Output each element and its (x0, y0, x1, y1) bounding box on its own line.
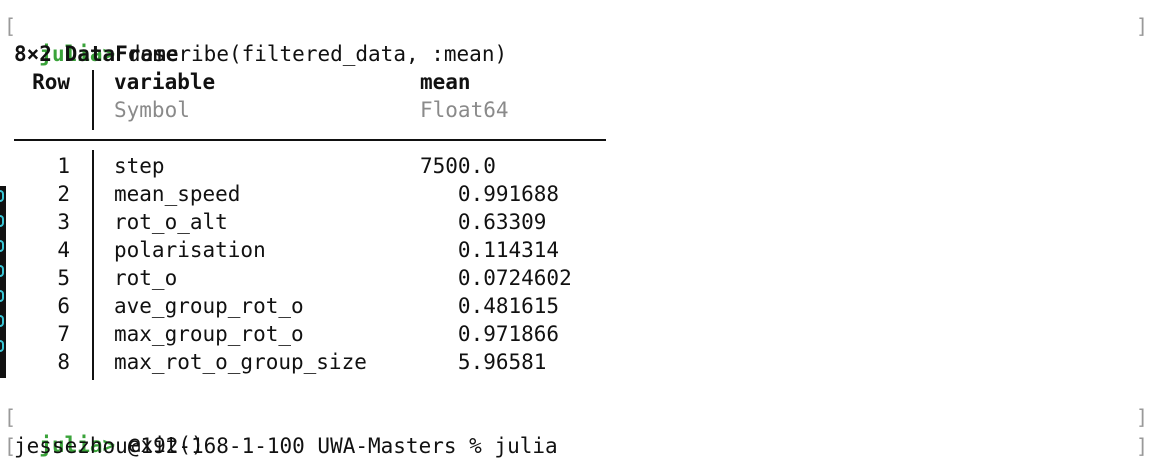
table-cell-variable: max_rot_o_group_size (114, 350, 367, 374)
type-mean: Float64 (420, 98, 509, 122)
header-mean: mean (420, 70, 471, 94)
table-row-number: 7 (57, 322, 70, 346)
table-row-number: 4 (57, 238, 70, 262)
table-cell-mean: 5.96581 (420, 350, 547, 374)
table-row-number: 1 (57, 154, 70, 178)
table-cell-mean: 0.114314 (420, 238, 560, 262)
table-cell-variable: max_group_rot_o (114, 322, 304, 346)
table-cell-variable: ave_group_rot_o (114, 294, 304, 318)
table-row-number: 5 (57, 266, 70, 290)
line-bracket-right: ] (1136, 405, 1149, 429)
table-cell-variable: polarisation (114, 238, 266, 262)
table-cell-mean: 0.63309 (420, 210, 547, 234)
table-cell-mean: 7500.0 (420, 154, 496, 178)
table-row-number: 2 (57, 182, 70, 206)
table-column-divider (92, 150, 94, 380)
shell-prompt-line[interactable]: jessezhou@192-168-1-100 UWA-Masters % ju… (14, 432, 558, 460)
table-row-number: 8 (57, 350, 70, 374)
header-row: Row (32, 70, 70, 94)
table-cell-mean: 0.991688 (420, 182, 560, 206)
table-cell-variable: mean_speed (114, 182, 241, 206)
table-cell-mean: 0.0724602 (420, 266, 572, 290)
table-row-number: 3 (57, 210, 70, 234)
line-bracket-right: ] (1136, 434, 1149, 458)
dataframe-title: 8×2 DataFrame (14, 42, 179, 66)
table-cell-mean: 0.481615 (420, 294, 560, 318)
table-row-number: 6 (57, 294, 70, 318)
command-text: describe(filtered_data, :mean) (127, 42, 508, 66)
table-cell-mean: 0.971866 (420, 322, 560, 346)
type-variable: Symbol (114, 98, 190, 122)
line-bracket-right: ] (1136, 14, 1149, 38)
table-cell-variable: step (114, 154, 165, 178)
table-column-divider (92, 70, 94, 130)
table-cell-variable: rot_o_alt (114, 210, 228, 234)
header-variable: variable (114, 70, 216, 94)
table-cell-variable: rot_o (114, 266, 178, 290)
table-header-rule (14, 139, 606, 141)
